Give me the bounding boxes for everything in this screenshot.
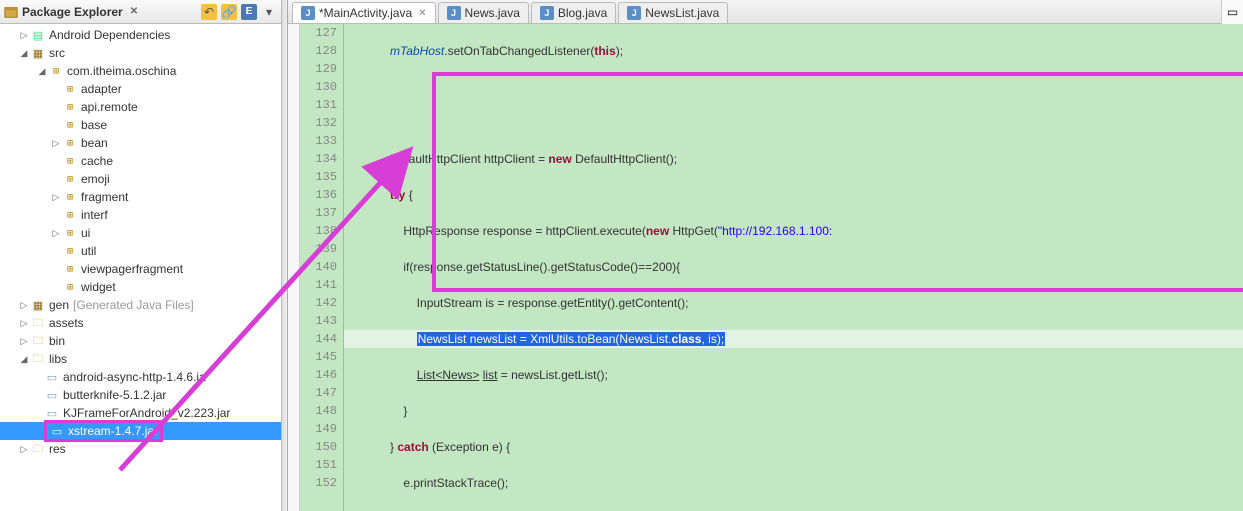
tree-node-pkg[interactable]: ⊞widget [0,278,281,296]
code-area[interactable]: mTabHost.setOnTabChangedListener(this); … [344,24,1243,511]
line-number: 144 [300,330,343,348]
line-number: 129 [300,60,343,78]
tree-node-jar[interactable]: ▭android-async-http-1.4.6.ja [0,368,281,386]
tree-node-assets[interactable]: ▷🗀assets [0,314,281,332]
line-number: 142 [300,294,343,312]
line-number: 143 [300,312,343,330]
tab-blog[interactable]: JBlog.java [531,2,616,23]
line-number: 152 [300,474,343,492]
tree-node-pkg[interactable]: ▷⊞ui [0,224,281,242]
java-file-icon: J [627,6,641,20]
line-number: 130 [300,78,343,96]
tab-mainactivity[interactable]: J*MainActivity.java✕ [292,2,436,23]
line-number: 149 [300,420,343,438]
tree-node-pkg[interactable]: ⊞viewpagerfragment [0,260,281,278]
line-number: 127 [300,24,343,42]
tree-node-pkg[interactable]: ⊞emoji [0,170,281,188]
tree-node-jar-xstream[interactable]: ▭xstream-1.4.7.jar [0,422,281,440]
tree-node-pkg[interactable]: ▷⊞fragment [0,188,281,206]
editor-tabs: J*MainActivity.java✕ JNews.java JBlog.ja… [288,0,1243,24]
folding-strip[interactable] [288,24,300,511]
line-number: 148 [300,402,343,420]
tree-node-pkg[interactable]: ⊞util [0,242,281,260]
tree-node-jar[interactable]: ▭butterknife-5.1.2.jar [0,386,281,404]
line-number: 132 [300,114,343,132]
package-icon [4,5,18,19]
java-file-icon: J [301,6,315,20]
panel-title-text: Package Explorer [22,5,123,19]
tree-node-bin[interactable]: ▷🗀bin [0,332,281,350]
line-number: 131 [300,96,343,114]
line-number: 138 [300,222,343,240]
panel-title: Package Explorer ✕ [4,5,201,19]
line-number: 128 [300,42,343,60]
line-number: 139 [300,240,343,258]
java-file-icon: J [540,6,554,20]
tree-node-libs[interactable]: ◢🗀libs [0,350,281,368]
code-editor[interactable]: 1271281291301311321331341351361371381391… [288,24,1243,511]
panel-header: Package Explorer ✕ ↶ 🔗 E ▾ [0,0,281,24]
tree-node-android-deps[interactable]: ▷▤Android Dependencies [0,26,281,44]
collapse-all-icon[interactable]: ↶ [201,4,217,20]
line-number: 151 [300,456,343,474]
tree-node-res[interactable]: ▷🗀res [0,440,281,458]
line-number: 141 [300,276,343,294]
tree-node-pkg[interactable]: ▷⊞bean [0,134,281,152]
link-with-editor-icon[interactable]: 🔗 [221,4,237,20]
tree-node-gen[interactable]: ▷▦gen[Generated Java Files] [0,296,281,314]
tree-node-pkg[interactable]: ⊞api.remote [0,98,281,116]
tree-node-src[interactable]: ◢▦src [0,44,281,62]
panel-toolbar: ↶ 🔗 E ▾ [201,4,277,20]
line-number: 146 [300,366,343,384]
tree-node-pkg[interactable]: ⊞cache [0,152,281,170]
maximize-icon[interactable]: ▭ [1221,0,1243,24]
tree-node-pkg[interactable]: ⊞base [0,116,281,134]
panel-close-icon[interactable]: ✕ [130,6,138,17]
tree-node-pkg[interactable]: ⊞adapter [0,80,281,98]
tab-newslist[interactable]: JNewsList.java [618,2,728,23]
line-number: 135 [300,168,343,186]
line-gutter: 1271281291301311321331341351361371381391… [300,24,344,511]
line-number: 136 [300,186,343,204]
line-number: 150 [300,438,343,456]
line-number: 147 [300,384,343,402]
line-number: 133 [300,132,343,150]
tab-news[interactable]: JNews.java [438,2,529,23]
view-menu-icon[interactable]: ▾ [261,4,277,20]
package-explorer-panel: Package Explorer ✕ ↶ 🔗 E ▾ ▷▤Android Dep… [0,0,282,511]
line-number: 137 [300,204,343,222]
project-tree[interactable]: ▷▤Android Dependencies ◢▦src ◢⊞com.ithei… [0,24,281,511]
line-number: 145 [300,348,343,366]
editor-panel: J*MainActivity.java✕ JNews.java JBlog.ja… [288,0,1243,511]
line-number: 134 [300,150,343,168]
tree-node-pkg[interactable]: ⊞interf [0,206,281,224]
focus-icon[interactable]: E [241,4,257,20]
java-file-icon: J [447,6,461,20]
close-tab-icon[interactable]: ✕ [418,8,426,19]
line-number: 140 [300,258,343,276]
tree-node-root-package[interactable]: ◢⊞com.itheima.oschina [0,62,281,80]
